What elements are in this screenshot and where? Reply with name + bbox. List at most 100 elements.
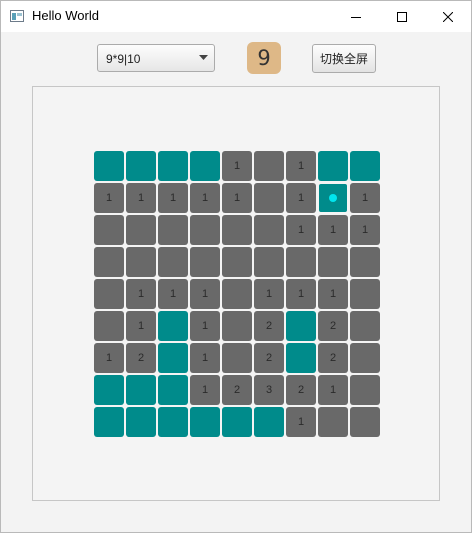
cell-marked[interactable] bbox=[318, 183, 348, 213]
cell-revealed[interactable] bbox=[126, 215, 156, 245]
cell-revealed[interactable] bbox=[94, 279, 124, 309]
cell-revealed[interactable]: 1 bbox=[126, 279, 156, 309]
cell-covered[interactable] bbox=[158, 343, 188, 373]
cell-covered[interactable] bbox=[158, 375, 188, 405]
minimize-button[interactable] bbox=[333, 1, 379, 32]
minesweeper-grid: 1 1 1 1 1 1 1 1 1 1 1 1 1 1 1 1 1 1 1 1 2 2 1 2 1 2 2 1 2 3 2 1 1 bbox=[94, 151, 382, 439]
cell-revealed[interactable]: 1 bbox=[318, 279, 348, 309]
cell-revealed[interactable] bbox=[222, 279, 252, 309]
cell-covered[interactable] bbox=[286, 343, 316, 373]
cell-revealed[interactable] bbox=[254, 247, 284, 277]
cell-revealed[interactable] bbox=[350, 407, 380, 437]
cell-revealed[interactable]: 2 bbox=[318, 343, 348, 373]
cell-revealed[interactable]: 1 bbox=[126, 311, 156, 341]
cell-number: 3 bbox=[265, 384, 273, 396]
cell-revealed[interactable] bbox=[222, 215, 252, 245]
cell-number: 1 bbox=[361, 224, 369, 236]
cell-covered[interactable] bbox=[222, 407, 252, 437]
mine-counter: 9 bbox=[247, 42, 281, 74]
cell-revealed[interactable] bbox=[158, 247, 188, 277]
cell-revealed[interactable]: 1 bbox=[190, 183, 220, 213]
cell-revealed[interactable] bbox=[94, 215, 124, 245]
cell-revealed[interactable]: 2 bbox=[318, 311, 348, 341]
cell-revealed[interactable]: 1 bbox=[190, 311, 220, 341]
cell-revealed[interactable]: 1 bbox=[286, 279, 316, 309]
cell-revealed[interactable] bbox=[318, 407, 348, 437]
cell-revealed[interactable] bbox=[350, 375, 380, 405]
cell-revealed[interactable]: 2 bbox=[254, 311, 284, 341]
cell-revealed[interactable] bbox=[94, 311, 124, 341]
close-button[interactable] bbox=[425, 1, 471, 32]
cell-revealed[interactable] bbox=[286, 247, 316, 277]
cell-number: 1 bbox=[105, 352, 113, 364]
cell-revealed[interactable]: 2 bbox=[222, 375, 252, 405]
cell-number: 1 bbox=[201, 320, 209, 332]
cell-revealed[interactable]: 1 bbox=[254, 279, 284, 309]
cell-revealed[interactable]: 2 bbox=[254, 343, 284, 373]
cell-revealed[interactable] bbox=[126, 247, 156, 277]
cell-revealed[interactable] bbox=[190, 215, 220, 245]
cell-covered[interactable] bbox=[126, 375, 156, 405]
cell-covered[interactable] bbox=[94, 407, 124, 437]
cell-revealed[interactable] bbox=[222, 343, 252, 373]
cell-revealed[interactable] bbox=[222, 247, 252, 277]
cell-revealed[interactable]: 1 bbox=[286, 151, 316, 181]
cell-revealed[interactable]: 2 bbox=[126, 343, 156, 373]
cell-covered[interactable] bbox=[126, 151, 156, 181]
cell-revealed[interactable]: 1 bbox=[158, 279, 188, 309]
cell-revealed[interactable]: 1 bbox=[158, 183, 188, 213]
minimize-icon bbox=[351, 16, 361, 18]
cell-covered[interactable] bbox=[190, 151, 220, 181]
cell-revealed[interactable] bbox=[254, 183, 284, 213]
cell-revealed[interactable]: 1 bbox=[126, 183, 156, 213]
cell-revealed[interactable]: 1 bbox=[190, 375, 220, 405]
cell-covered[interactable] bbox=[286, 311, 316, 341]
cell-revealed[interactable]: 1 bbox=[286, 407, 316, 437]
cell-revealed[interactable] bbox=[350, 247, 380, 277]
cell-revealed[interactable] bbox=[350, 311, 380, 341]
cell-revealed[interactable] bbox=[254, 215, 284, 245]
cell-revealed[interactable] bbox=[190, 247, 220, 277]
cell-revealed[interactable] bbox=[222, 311, 252, 341]
cell-covered[interactable] bbox=[350, 151, 380, 181]
cell-covered[interactable] bbox=[318, 151, 348, 181]
cell-revealed[interactable]: 2 bbox=[286, 375, 316, 405]
cell-revealed[interactable]: 1 bbox=[222, 183, 252, 213]
cell-covered[interactable] bbox=[254, 407, 284, 437]
cell-revealed[interactable]: 1 bbox=[350, 215, 380, 245]
title-bar[interactable]: Hello World bbox=[1, 1, 471, 32]
cell-revealed[interactable]: 1 bbox=[94, 343, 124, 373]
cell-revealed[interactable] bbox=[318, 247, 348, 277]
cell-revealed[interactable] bbox=[350, 343, 380, 373]
fullscreen-button[interactable]: 切换全屏 bbox=[312, 44, 376, 73]
cell-covered[interactable] bbox=[126, 407, 156, 437]
cell-number: 1 bbox=[329, 384, 337, 396]
cell-revealed[interactable]: 1 bbox=[222, 151, 252, 181]
cell-revealed[interactable] bbox=[350, 279, 380, 309]
cell-revealed[interactable]: 1 bbox=[350, 183, 380, 213]
cell-revealed[interactable]: 1 bbox=[318, 215, 348, 245]
cell-number: 1 bbox=[137, 192, 145, 204]
cell-revealed[interactable]: 1 bbox=[94, 183, 124, 213]
cell-revealed[interactable] bbox=[254, 151, 284, 181]
cell-number: 2 bbox=[297, 384, 305, 396]
cell-revealed[interactable]: 3 bbox=[254, 375, 284, 405]
cell-covered[interactable] bbox=[94, 151, 124, 181]
cell-revealed[interactable]: 1 bbox=[190, 343, 220, 373]
cell-covered[interactable] bbox=[158, 151, 188, 181]
cell-revealed[interactable]: 1 bbox=[190, 279, 220, 309]
difficulty-select[interactable]: 9*9|10 bbox=[97, 44, 215, 72]
cell-covered[interactable] bbox=[94, 375, 124, 405]
cell-revealed[interactable]: 1 bbox=[286, 215, 316, 245]
cell-number: 1 bbox=[233, 160, 241, 172]
cell-number: 1 bbox=[233, 192, 241, 204]
cell-revealed[interactable]: 1 bbox=[286, 183, 316, 213]
cell-covered[interactable] bbox=[158, 311, 188, 341]
cell-covered[interactable] bbox=[190, 407, 220, 437]
cell-covered[interactable] bbox=[158, 407, 188, 437]
maximize-button[interactable] bbox=[379, 1, 425, 32]
cell-revealed[interactable] bbox=[94, 247, 124, 277]
cell-number: 1 bbox=[169, 192, 177, 204]
cell-revealed[interactable] bbox=[158, 215, 188, 245]
cell-revealed[interactable]: 1 bbox=[318, 375, 348, 405]
